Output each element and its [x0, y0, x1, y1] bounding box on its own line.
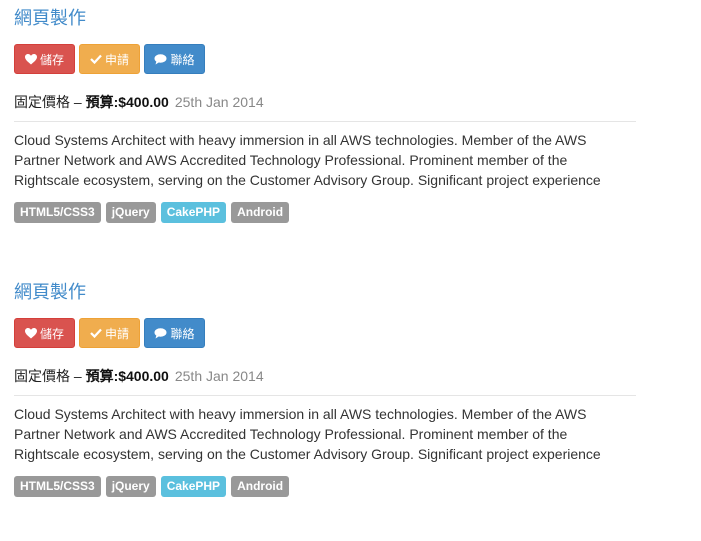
job-title[interactable]: 網頁製作: [14, 7, 636, 29]
price-line: 固定價格 – 預算:$400.00 25th Jan 2014: [14, 92, 636, 112]
skill-tag[interactable]: Android: [231, 202, 290, 223]
skill-tag[interactable]: jQuery: [105, 476, 156, 497]
contact-button[interactable]: 聯絡: [144, 318, 205, 348]
skill-tag[interactable]: HTML5/CSS3: [14, 476, 101, 497]
job-listing: 網頁製作 儲存 申請 聯絡 固定價格 – 預算:$400.00 25th Jan …: [14, 281, 636, 497]
heart-icon: [24, 53, 37, 65]
budget: 預算:$400.00: [85, 94, 169, 110]
save-label: 儲存: [39, 326, 64, 341]
price-type: 固定價格 –: [14, 94, 86, 110]
skill-tag[interactable]: Android: [231, 476, 290, 497]
job-description: Cloud Systems Architect with heavy immer…: [14, 132, 601, 188]
apply-button[interactable]: 申請: [79, 44, 140, 74]
contact-label: 聯絡: [170, 52, 195, 67]
job-description: Cloud Systems Architect with heavy immer…: [14, 406, 601, 462]
job-title[interactable]: 網頁製作: [14, 281, 636, 303]
price-type: 固定價格 –: [14, 368, 86, 384]
chat-bubble-icon: [154, 53, 167, 65]
contact-button[interactable]: 聯絡: [144, 44, 205, 74]
apply-label: 申請: [104, 52, 129, 67]
action-buttons: 儲存 申請 聯絡: [14, 318, 636, 348]
heart-icon: [24, 327, 37, 339]
skill-tag[interactable]: CakePHP: [160, 476, 227, 497]
apply-button[interactable]: 申請: [79, 318, 140, 348]
skill-tags: HTML5/CSS3 jQuery CakePHP Android: [14, 476, 636, 497]
divider: [14, 395, 636, 396]
price-line: 固定價格 – 預算:$400.00 25th Jan 2014: [14, 366, 636, 386]
post-date: 25th Jan 2014: [174, 368, 264, 384]
divider: [14, 121, 636, 122]
skill-tag[interactable]: HTML5/CSS3: [14, 202, 101, 223]
check-icon: [90, 54, 102, 64]
post-date: 25th Jan 2014: [174, 94, 264, 110]
save-label: 儲存: [39, 52, 64, 67]
save-button[interactable]: 儲存: [14, 44, 75, 74]
budget: 預算:$400.00: [85, 368, 169, 384]
skill-tags: HTML5/CSS3 jQuery CakePHP Android: [14, 202, 636, 223]
apply-label: 申請: [104, 326, 129, 341]
check-icon: [90, 328, 102, 338]
action-buttons: 儲存 申請 聯絡: [14, 44, 636, 74]
save-button[interactable]: 儲存: [14, 318, 75, 348]
skill-tag[interactable]: jQuery: [105, 202, 156, 223]
skill-tag[interactable]: CakePHP: [160, 202, 227, 223]
contact-label: 聯絡: [170, 326, 195, 341]
chat-bubble-icon: [154, 327, 167, 339]
job-listing: 網頁製作 儲存 申請 聯絡 固定價格 – 預算:$400.00 25th Jan …: [14, 7, 636, 223]
